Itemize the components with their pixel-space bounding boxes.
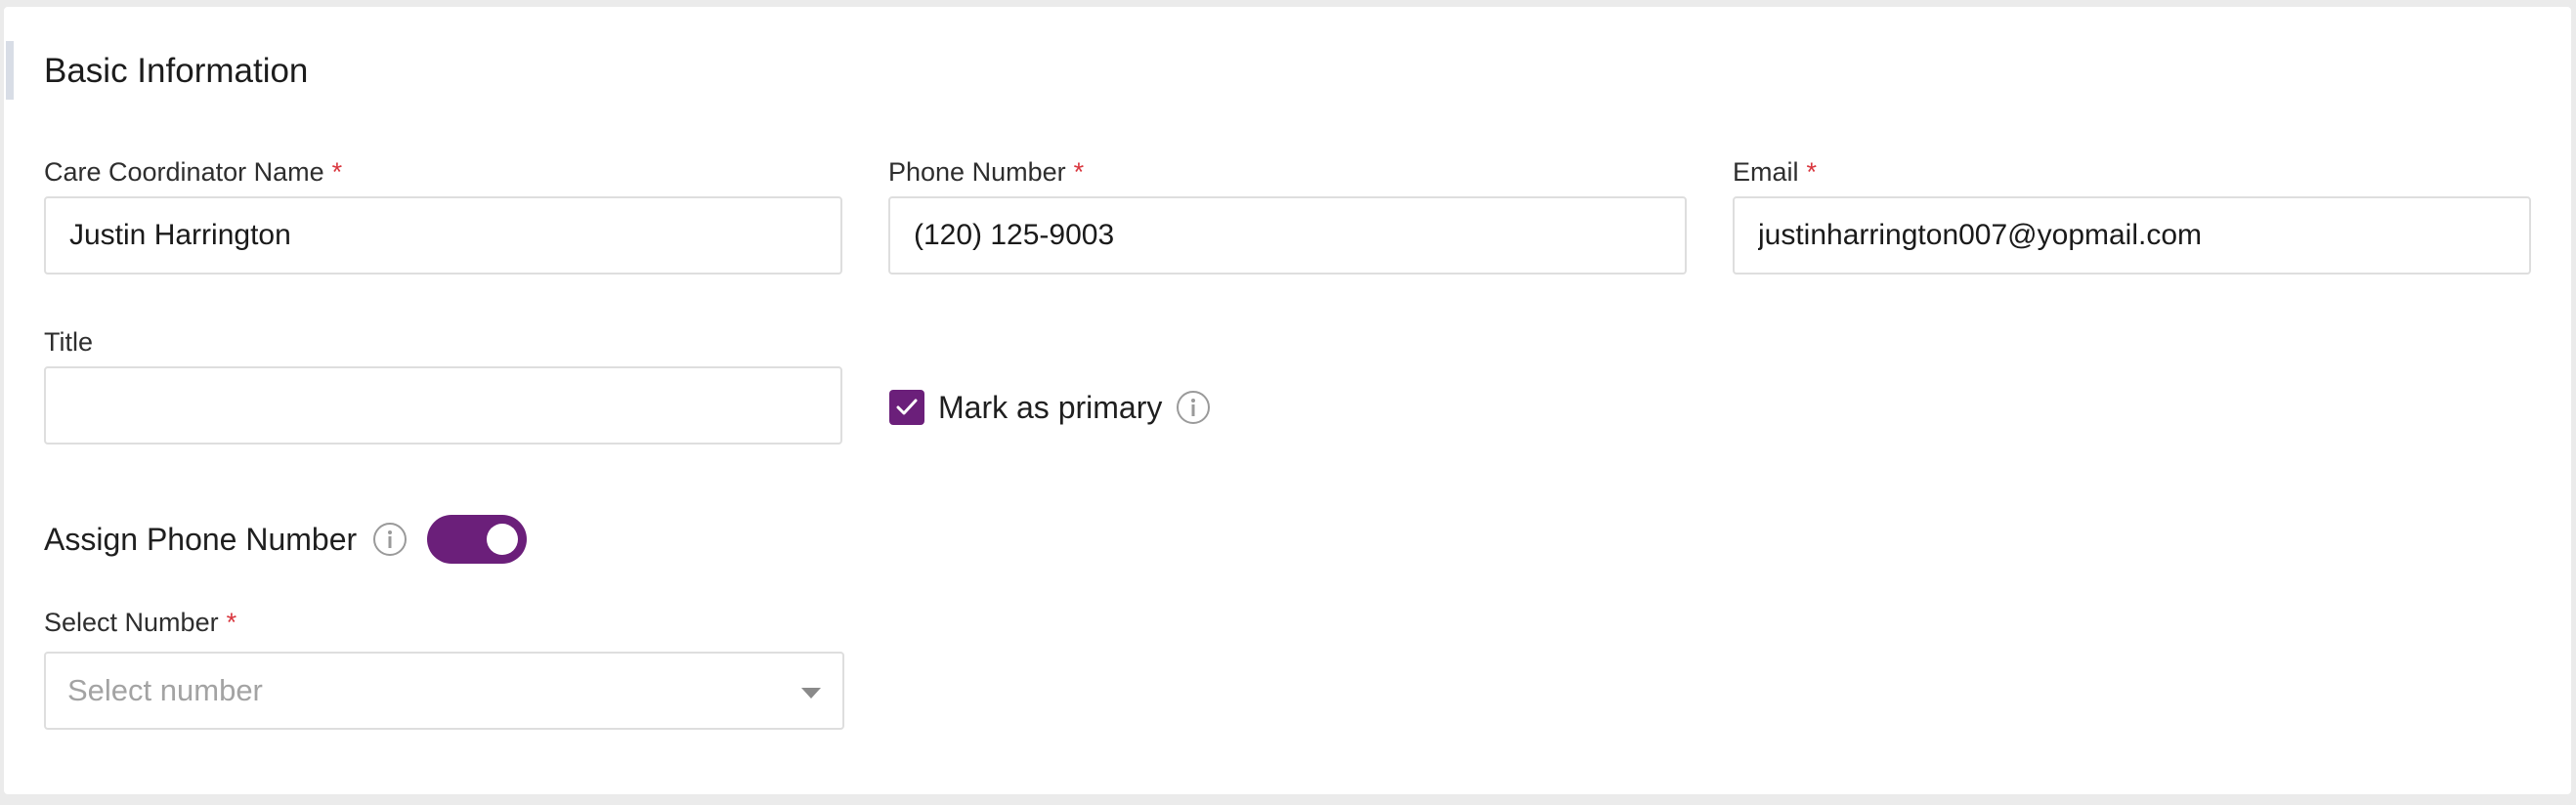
assign-phone-label: Assign Phone Number [44,521,358,557]
section-accent-bar [6,41,14,100]
section-title: Basic Information [44,52,309,90]
info-icon[interactable] [372,522,408,557]
assign-phone-toggle[interactable] [427,515,528,564]
phone-number-label: Phone Number * [888,155,1084,189]
toggle-knob [487,524,519,555]
assign-phone-row: Assign Phone Number [44,510,528,569]
coordinator-name-label-text: Care Coordinator Name [44,157,324,187]
caret-down-icon [801,687,821,699]
email-label: Email * [1733,155,1817,189]
title-input[interactable] [44,366,842,445]
mark-primary-label: Mark as primary [938,389,1163,425]
phone-number-input[interactable] [888,196,1687,275]
select-number-dropdown[interactable]: Select number [44,652,844,730]
required-asterisk: * [226,608,237,637]
required-asterisk: * [1806,157,1818,187]
select-number-label-text: Select Number [44,608,219,637]
mark-primary-checkbox[interactable] [889,390,924,425]
info-icon[interactable] [1176,390,1211,425]
checkmark-icon [896,399,918,415]
email-label-text: Email [1733,157,1799,187]
title-label: Title [44,327,94,357]
coordinator-name-input[interactable] [44,196,842,275]
basic-information-card: Basic Information Care Coordinator Name *… [4,7,2571,794]
email-input[interactable] [1733,196,2531,275]
phone-number-label-text: Phone Number [888,157,1066,187]
mark-primary-row: Mark as primary [889,386,1211,429]
select-number-placeholder: Select number [67,673,263,707]
coordinator-name-label: Care Coordinator Name * [44,155,342,189]
required-asterisk: * [1073,157,1085,187]
select-number-label: Select Number * [44,606,236,639]
required-asterisk: * [331,157,343,187]
